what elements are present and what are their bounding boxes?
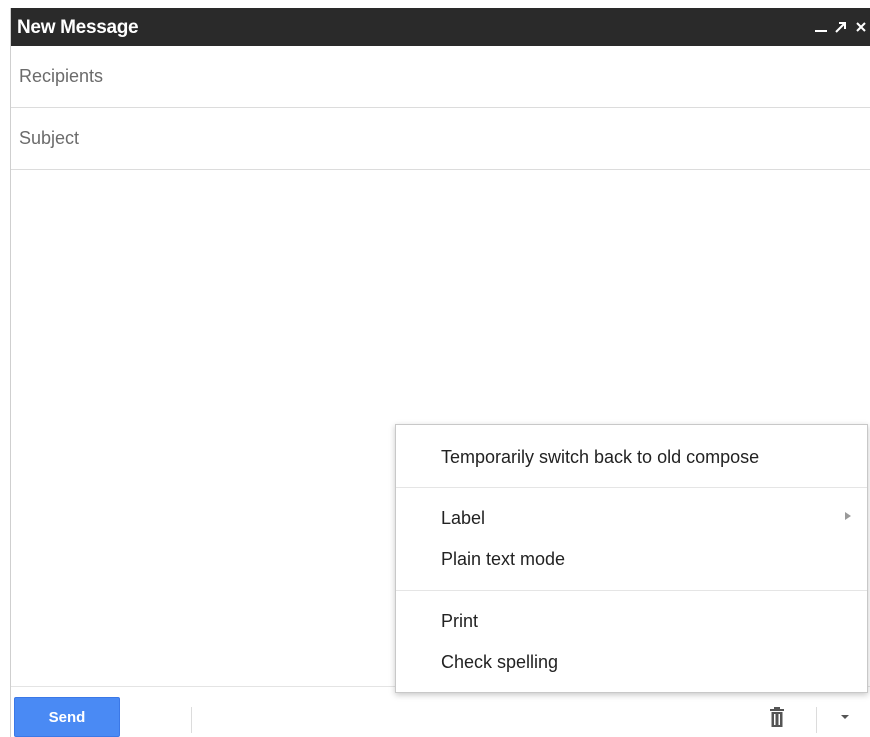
more-options-menu: Temporarily switch back to old compose L… bbox=[395, 424, 868, 693]
recipients-input[interactable] bbox=[19, 46, 859, 106]
menu-item-label: Label bbox=[441, 508, 486, 528]
menu-item-print[interactable]: Print bbox=[396, 601, 867, 641]
more-options-arrow-icon[interactable] bbox=[835, 705, 855, 729]
menu-item-label: Print bbox=[441, 611, 479, 631]
subject-input[interactable] bbox=[19, 108, 859, 168]
menu-item-old-compose[interactable]: Temporarily switch back to old compose bbox=[396, 437, 867, 477]
send-button[interactable]: Send bbox=[14, 697, 120, 737]
menu-item-label-submenu[interactable]: Label bbox=[396, 498, 867, 538]
toolbar-divider bbox=[191, 707, 192, 733]
compose-toolbar: Send bbox=[11, 686, 870, 737]
close-icon[interactable] bbox=[851, 14, 870, 40]
menu-item-check-spelling[interactable]: Check spelling bbox=[396, 642, 867, 682]
menu-item-label: Check spelling bbox=[441, 652, 559, 672]
menu-item-plain-text[interactable]: Plain text mode bbox=[396, 539, 867, 579]
window-controls bbox=[811, 14, 870, 40]
compose-titlebar[interactable]: New Message bbox=[11, 8, 870, 46]
popout-arrow-icon[interactable] bbox=[831, 14, 851, 40]
submenu-arrow-icon bbox=[845, 512, 851, 520]
menu-divider bbox=[396, 590, 867, 591]
menu-item-label: Temporarily switch back to old compose bbox=[441, 447, 760, 467]
minimize-icon[interactable] bbox=[811, 14, 831, 40]
menu-divider bbox=[396, 487, 867, 488]
trash-icon[interactable] bbox=[765, 704, 789, 730]
subject-row bbox=[11, 108, 870, 170]
recipients-row bbox=[11, 46, 870, 108]
window-title: New Message bbox=[17, 17, 139, 38]
menu-item-label: Plain text mode bbox=[441, 549, 566, 569]
toolbar-divider bbox=[816, 707, 817, 733]
